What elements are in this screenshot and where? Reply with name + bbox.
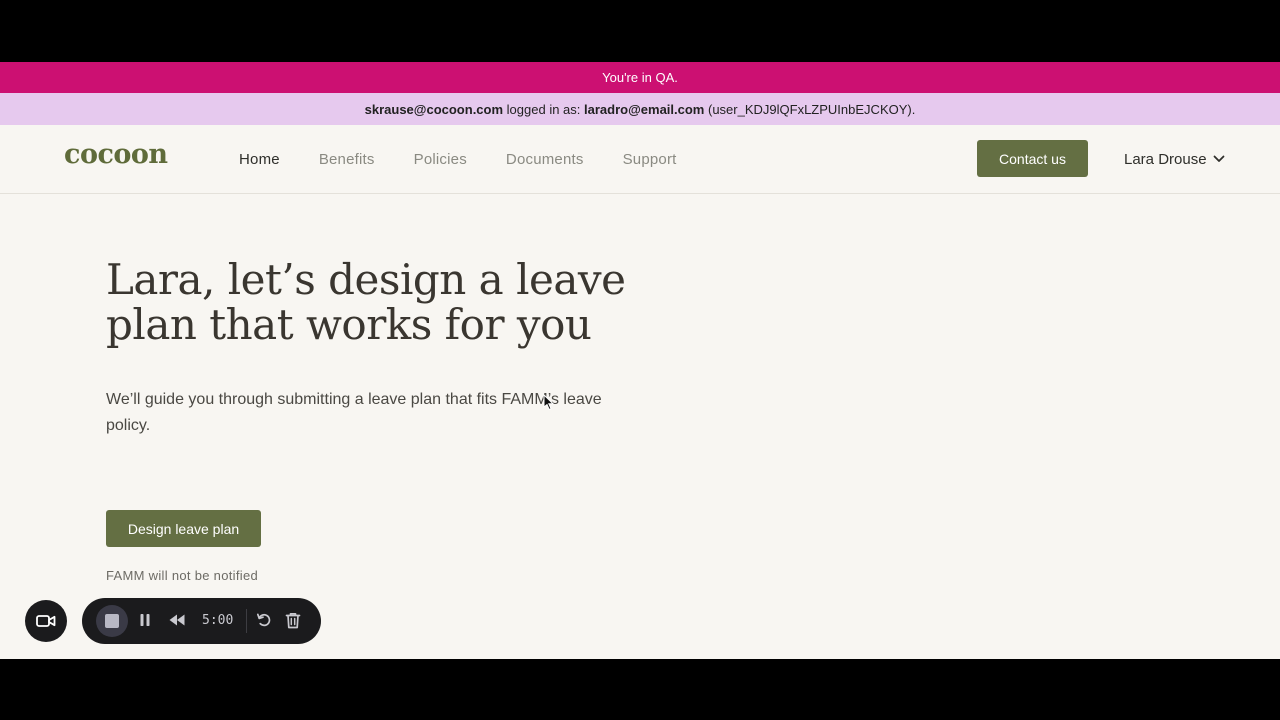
rewind-icon[interactable] <box>168 613 186 627</box>
user-email: laradro@email.com <box>584 101 705 117</box>
hero-subtext: We’ll guide you through submitting a lea… <box>106 391 602 434</box>
trash-icon[interactable] <box>285 612 301 629</box>
restart-icon[interactable] <box>256 612 272 628</box>
logged-in-as-label: logged in as: <box>506 101 581 117</box>
stop-recording-button[interactable] <box>96 605 128 637</box>
cocoon-logo[interactable]: cocoon <box>64 139 168 170</box>
impersonation-banner: skrause@cocoon.com logged in as: laradro… <box>0 93 1280 125</box>
user-name: Lara Drouse <box>1124 150 1207 168</box>
user-menu[interactable]: Lara Drouse <box>1124 125 1225 193</box>
qa-banner-text: You're in QA. <box>602 70 678 85</box>
stop-icon <box>105 614 119 628</box>
video-camera-icon <box>36 615 56 627</box>
notify-note: FAMM will not be notified <box>106 568 259 583</box>
recording-timer: 5:00 <box>202 613 234 628</box>
contact-us-button[interactable]: Contact us <box>977 140 1088 177</box>
app-frame: You're in QA. skrause@cocoon.com logged … <box>0 62 1280 659</box>
nav-links: Home Benefits Policies Documents Support <box>239 125 716 193</box>
nav-link-policies[interactable]: Policies <box>414 151 467 168</box>
nav-link-documents[interactable]: Documents <box>506 151 584 168</box>
recorder-divider <box>246 609 247 633</box>
chevron-down-icon <box>1213 155 1224 162</box>
qa-banner: You're in QA. <box>0 62 1280 93</box>
user-id: (user_KDJ9lQFxLZPUInbEJCKOY). <box>708 101 916 117</box>
nav-link-home[interactable]: Home <box>239 151 280 168</box>
cursor-icon <box>543 394 555 411</box>
nav-link-benefits[interactable]: Benefits <box>319 151 375 168</box>
nav-link-support[interactable]: Support <box>623 151 677 168</box>
recorder-controls: 5:00 <box>82 598 321 644</box>
page-title: Lara, let’s design a leave plan that wor… <box>106 255 626 349</box>
top-navbar: cocoon Home Benefits Policies Documents … <box>0 125 1280 194</box>
design-leave-plan-button[interactable]: Design leave plan <box>106 510 261 547</box>
hero-section: Lara, let’s design a leave plan that wor… <box>106 257 626 439</box>
pause-icon[interactable] <box>139 613 151 627</box>
camera-toggle-button[interactable] <box>25 600 67 642</box>
admin-email: skrause@cocoon.com <box>364 101 504 117</box>
